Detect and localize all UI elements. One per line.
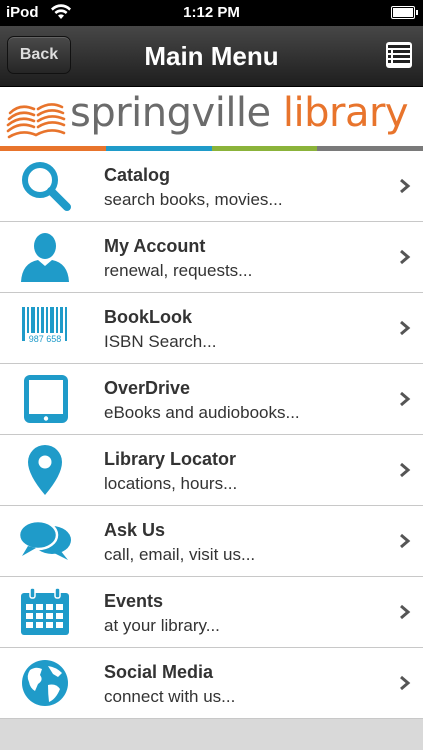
menu-item-events[interactable]: Events at your library...	[0, 577, 423, 648]
library-logo-text: springville library	[70, 90, 409, 136]
calendar-icon	[21, 587, 69, 635]
chevron-right-icon	[400, 320, 411, 336]
menu-item-subtitle: call, email, visit us...	[104, 545, 256, 564]
status-time: 1:12 PM	[183, 4, 240, 21]
navigation-bar: Back Main Menu	[0, 26, 423, 87]
menu-item-social-media[interactable]: Social Media connect with us...	[0, 648, 423, 719]
back-button[interactable]: Back	[7, 36, 71, 74]
status-bar: iPod 1:12 PM	[0, 0, 423, 26]
menu-item-title: My Account	[104, 236, 206, 256]
menu-item-subtitle: renewal, requests...	[104, 261, 253, 280]
menu-item-overdrive[interactable]: OverDrive eBooks and audiobooks...	[0, 364, 423, 435]
menu-item-subtitle: ISBN Search...	[104, 332, 217, 351]
chevron-right-icon	[400, 462, 411, 478]
menu-item-catalog[interactable]: Catalog search books, movies...	[0, 151, 423, 222]
globe-icon	[22, 660, 68, 706]
menu-item-title: Catalog	[104, 165, 171, 185]
menu-item-title: Events	[104, 591, 164, 611]
battery-icon	[391, 6, 418, 19]
list-menu-icon[interactable]	[385, 41, 413, 69]
page-title: Main Menu	[144, 41, 279, 71]
menu-item-subtitle: locations, hours...	[104, 474, 238, 493]
menu-item-subtitle: connect with us...	[104, 687, 236, 706]
menu-item-library-locator[interactable]: Library Locator locations, hours...	[0, 435, 423, 506]
chevron-right-icon	[400, 178, 411, 194]
chevron-right-icon	[400, 675, 411, 691]
menu-item-ask-us[interactable]: Ask Us call, email, visit us...	[0, 506, 423, 577]
person-icon	[21, 233, 69, 282]
menu-item-subtitle: at your library...	[104, 616, 220, 635]
menu-item-title: Social Media	[104, 662, 214, 682]
chat-bubbles-icon	[18, 519, 71, 560]
menu-item-booklook[interactable]: 987 658 BookLook ISBN Search...	[0, 293, 423, 364]
menu-item-title: Ask Us	[104, 520, 166, 540]
barcode-icon: 987 658	[22, 307, 67, 344]
search-icon	[22, 162, 71, 211]
logo-word-library: library	[282, 90, 409, 136]
open-book-logo-icon	[6, 103, 66, 139]
barcode-digits: 987 658	[29, 334, 62, 344]
chevron-right-icon	[400, 604, 411, 620]
chevron-right-icon	[400, 249, 411, 265]
map-pin-icon	[28, 445, 62, 495]
menu-item-title: Library Locator	[104, 449, 237, 469]
menu-item-my-account[interactable]: My Account renewal, requests...	[0, 222, 423, 293]
chevron-right-icon	[400, 533, 411, 549]
menu-item-subtitle: eBooks and audiobooks...	[104, 403, 300, 422]
library-logo-header: springville library	[0, 87, 423, 146]
main-menu-list: Catalog search books, movies... My Accou…	[0, 151, 423, 719]
menu-item-title: OverDrive	[104, 378, 191, 398]
tablet-icon	[24, 375, 68, 423]
menu-item-subtitle: search books, movies...	[104, 190, 283, 209]
menu-item-title: BookLook	[104, 307, 192, 327]
chevron-right-icon	[400, 391, 411, 407]
logo-word-springville: springville	[70, 90, 271, 136]
